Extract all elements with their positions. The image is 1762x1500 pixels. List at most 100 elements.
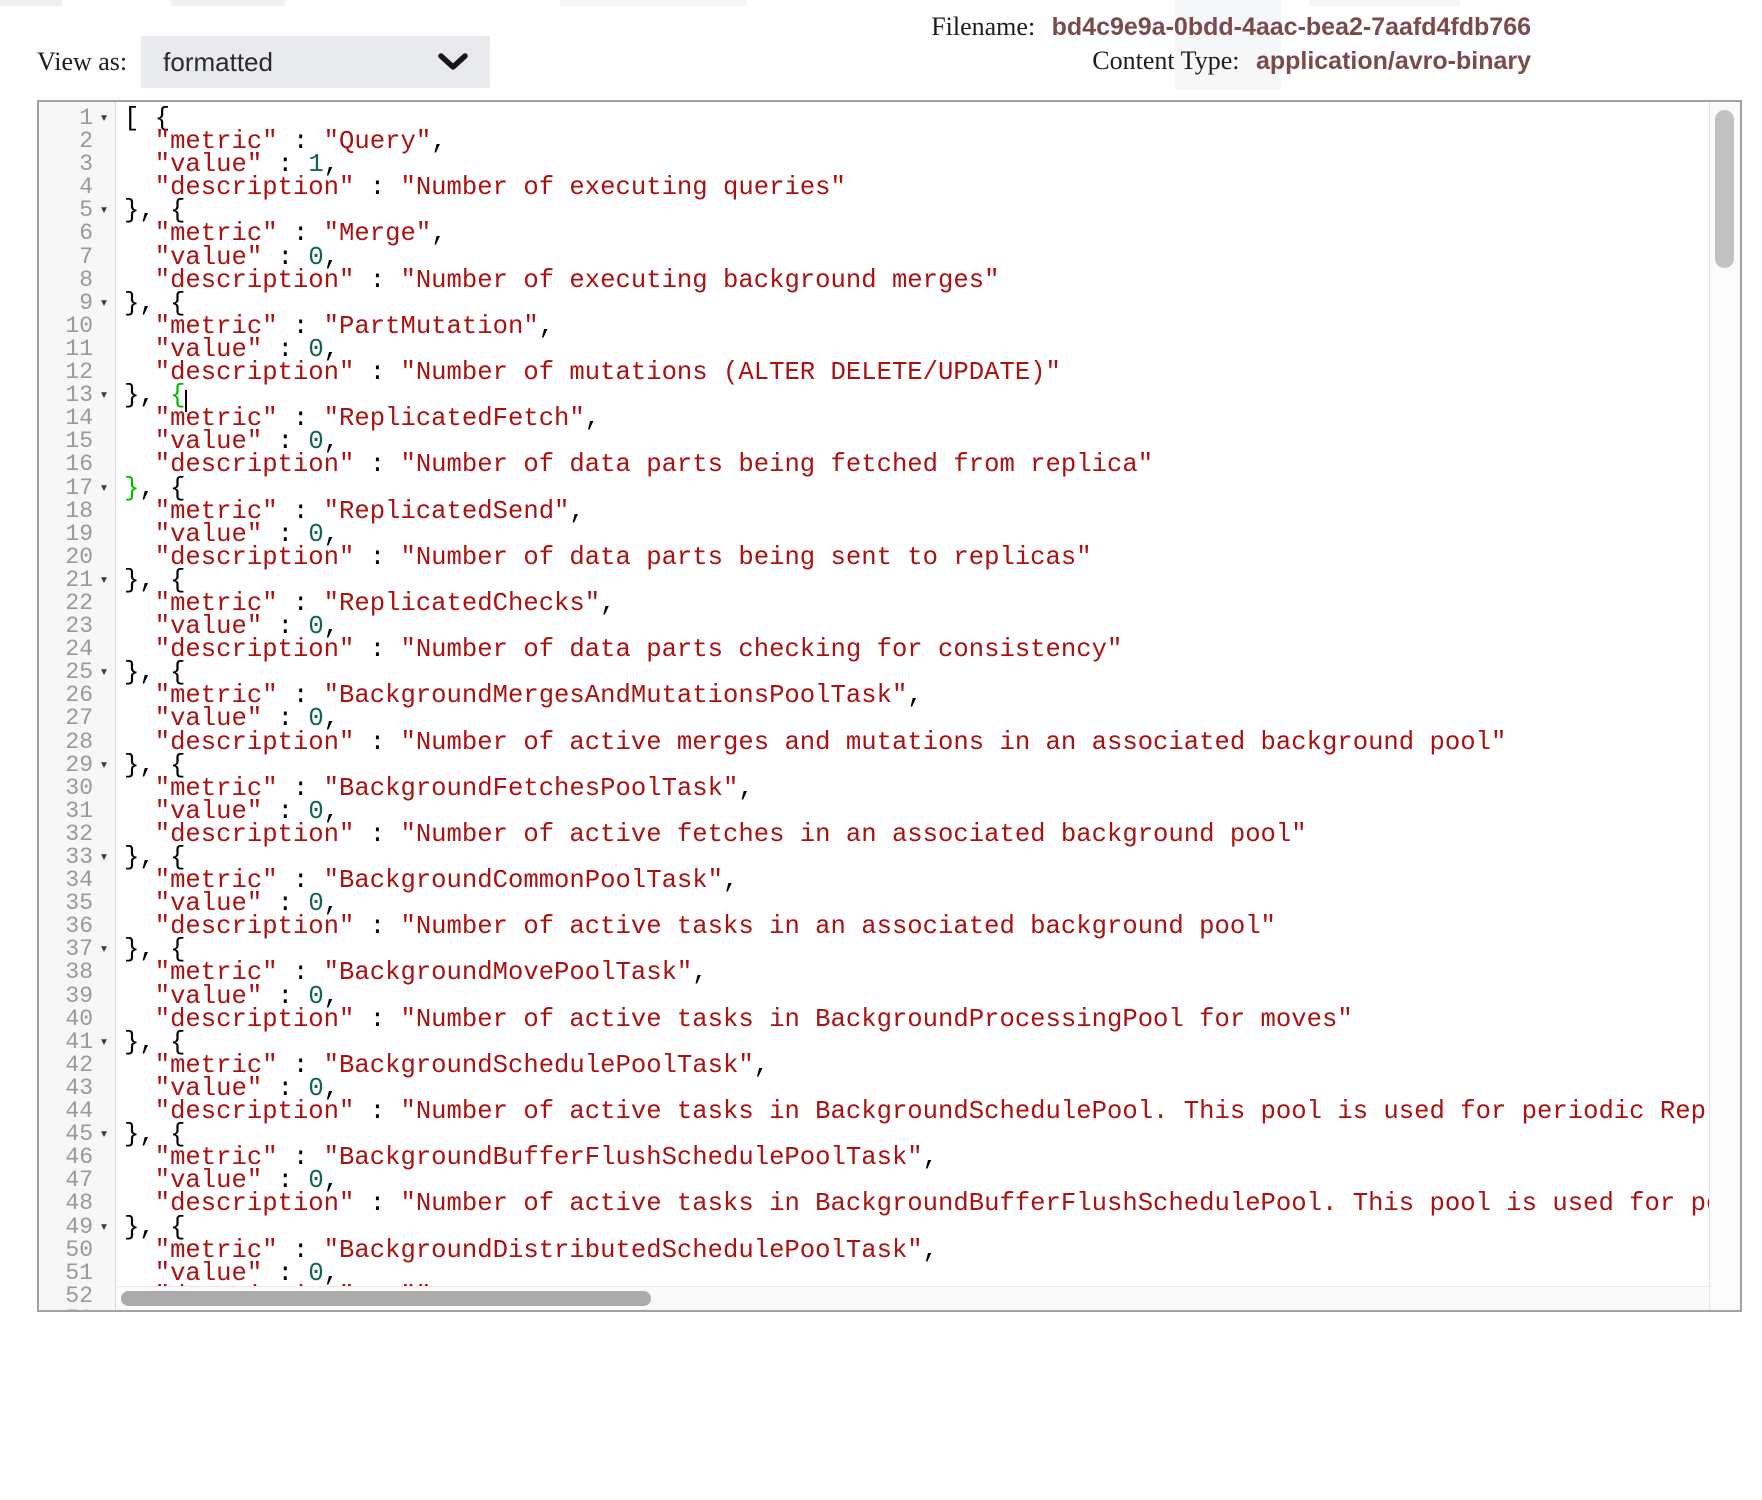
token-p: :	[354, 1005, 400, 1034]
token-s: "Number of executing background merges"	[400, 266, 999, 295]
code-line[interactable]: "description" : "Number of active tasks …	[124, 1008, 1740, 1031]
line-number: 25	[39, 661, 93, 684]
token-p: :	[354, 1097, 400, 1126]
line-number: 52	[39, 1285, 93, 1308]
code-line[interactable]: "metric" : "BackgroundBufferFlushSchedul…	[124, 1146, 1740, 1169]
fold-arrow-icon[interactable]: ▾	[93, 1123, 115, 1146]
code-line[interactable]: "metric" : "ReplicatedSend",	[124, 500, 1740, 523]
code-line[interactable]: "description" : "Number of data parts be…	[124, 546, 1740, 569]
token-p: ,	[569, 497, 584, 526]
view-as-select[interactable]: formatted	[141, 36, 490, 88]
json-code-editor[interactable]: 1▾2345▾6789▾10111213▾14151617▾18192021▾2…	[37, 100, 1742, 1312]
line-number: 27	[39, 707, 93, 730]
token-p: ,	[431, 127, 446, 156]
code-line[interactable]: "metric" : "BackgroundMovePoolTask",	[124, 961, 1740, 984]
line-number: 14	[39, 407, 93, 430]
token-s: "Number of executing queries"	[400, 173, 845, 202]
background-artifact	[171, 0, 285, 6]
code-line[interactable]: "metric" : "Merge",	[124, 222, 1740, 245]
code-line[interactable]: "description" : "Number of active merges…	[124, 731, 1740, 754]
line-number: 12	[39, 361, 93, 384]
content-type-label: Content Type:	[1092, 46, 1239, 75]
token-s: "Merge"	[324, 219, 432, 248]
code-line[interactable]: "metric" : "Query",	[124, 130, 1740, 153]
code-line[interactable]: "metric" : "BackgroundCommonPoolTask",	[124, 869, 1740, 892]
token-s: "Number of data parts being fetched from…	[400, 450, 1153, 479]
line-number: 44	[39, 1100, 93, 1123]
token-p: :	[354, 820, 400, 849]
fold-arrow-icon[interactable]: ▾	[93, 1216, 115, 1239]
code-line[interactable]: "description" : "Number of active tasks …	[124, 1192, 1740, 1215]
token-p: :	[354, 450, 400, 479]
token-p: :	[354, 543, 400, 572]
vertical-scrollbar-thumb[interactable]	[1715, 110, 1734, 268]
token-p: ,	[907, 681, 922, 710]
fold-arrow-icon[interactable]: ▾	[93, 569, 115, 592]
code-line[interactable]: "metric" : "BackgroundSchedulePoolTask",	[124, 1054, 1740, 1077]
line-number: 37	[39, 938, 93, 961]
fold-arrow-icon[interactable]: ▾	[93, 292, 115, 315]
vertical-scrollbar[interactable]	[1709, 102, 1740, 1310]
code-line[interactable]: "description" : "Number of active tasks …	[124, 915, 1740, 938]
token-s: "BackgroundBufferFlushSchedulePoolTask"	[324, 1143, 923, 1172]
line-number: 45	[39, 1123, 93, 1146]
token-p: :	[354, 173, 400, 202]
fold-arrow-icon[interactable]: ▾	[93, 938, 115, 961]
token-p: :	[354, 358, 400, 387]
line-number: 30	[39, 777, 93, 800]
token-p: ,	[431, 219, 446, 248]
token-p: ,	[723, 866, 738, 895]
code-line[interactable]: "description" : "Number of data parts ch…	[124, 638, 1740, 661]
code-line[interactable]: "metric" : "BackgroundFetchesPoolTask",	[124, 777, 1740, 800]
line-number: 46	[39, 1146, 93, 1169]
line-number: 6	[39, 222, 93, 245]
token-s: "Number of active merges and mutations i…	[400, 728, 1506, 757]
horizontal-scrollbar[interactable]	[117, 1286, 1710, 1310]
token-p: ,	[923, 1236, 938, 1265]
editor-code-area[interactable]: [ { "metric" : "Query", "value" : 1, "de…	[116, 102, 1740, 1310]
fold-arrow-icon[interactable]: ▾	[93, 661, 115, 684]
fold-arrow-icon[interactable]: ▾	[93, 199, 115, 222]
fold-arrow-icon[interactable]: ▾	[93, 477, 115, 500]
token-s: "Number of active tasks in BackgroundPro…	[400, 1005, 1352, 1034]
line-number: 49	[39, 1216, 93, 1239]
code-line[interactable]: "description" : "Number of executing bac…	[124, 269, 1740, 292]
token-p: :	[354, 266, 400, 295]
code-line[interactable]: "description" : "Number of executing que…	[124, 176, 1740, 199]
fold-arrow-icon[interactable]: ▾	[93, 754, 115, 777]
token-p: ,	[539, 312, 554, 341]
line-number: 40	[39, 1008, 93, 1031]
code-line[interactable]: "metric" : "PartMutation",	[124, 315, 1740, 338]
line-number: 1	[39, 107, 93, 130]
code-line[interactable]: "description" : "Number of active tasks …	[124, 1100, 1740, 1123]
line-number: 17	[39, 477, 93, 500]
code-line[interactable]: "description" : "Number of data parts be…	[124, 453, 1740, 476]
code-line[interactable]: "metric" : "ReplicatedFetch",	[124, 407, 1740, 430]
token-s: "BackgroundDistributedSchedulePoolTask"	[324, 1236, 923, 1265]
code-line[interactable]: "metric" : "BackgroundDistributedSchedul…	[124, 1239, 1740, 1262]
code-line[interactable]: "metric" : "BackgroundMergesAndMutations…	[124, 684, 1740, 707]
token-s: "ReplicatedChecks"	[324, 589, 600, 618]
fold-arrow-icon[interactable]: ▾	[93, 846, 115, 869]
line-number: 19	[39, 523, 93, 546]
token-p: ,	[600, 589, 615, 618]
token-s: "BackgroundCommonPoolTask"	[324, 866, 723, 895]
line-number: 2	[39, 130, 93, 153]
code-line[interactable]: "description" : "Number of mutations (AL…	[124, 361, 1740, 384]
line-number: 36	[39, 915, 93, 938]
token-p: ,	[923, 1143, 938, 1172]
view-as-selected-value: formatted	[163, 47, 273, 78]
token-p: ,	[692, 958, 707, 987]
fold-arrow-icon[interactable]: ▾	[93, 107, 115, 130]
fold-arrow-icon[interactable]: ▾	[93, 1031, 115, 1054]
code-line[interactable]: "metric" : "ReplicatedChecks",	[124, 592, 1740, 615]
horizontal-scrollbar-thumb[interactable]	[121, 1291, 651, 1306]
token-p: :	[354, 635, 400, 664]
line-number: 11	[39, 338, 93, 361]
token-s: "Number of active tasks in an associated…	[400, 912, 1275, 941]
line-number: 43	[39, 1077, 93, 1100]
token-s: "Number of mutations (ALTER DELETE/UPDAT…	[400, 358, 1060, 387]
code-line[interactable]: "description" : "Number of active fetche…	[124, 823, 1740, 846]
token-s: "BackgroundMergesAndMutationsPoolTask"	[324, 681, 908, 710]
fold-arrow-icon[interactable]: ▾	[93, 384, 115, 407]
